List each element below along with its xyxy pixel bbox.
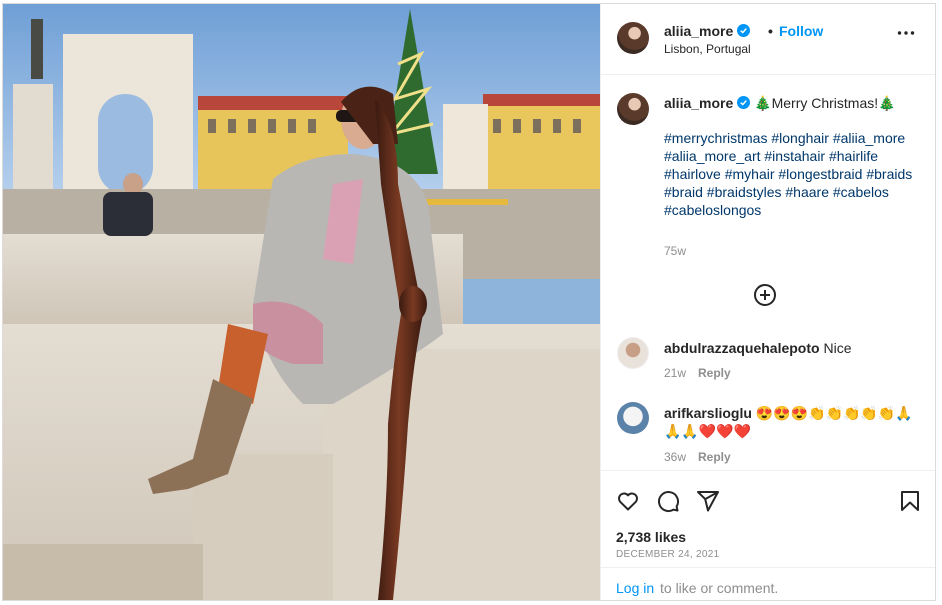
comment-meta: 21w Reply bbox=[664, 366, 731, 380]
comment-username[interactable]: abdulrazzaquehalepoto bbox=[664, 340, 820, 356]
location-link[interactable]: Lisbon, Portugal bbox=[664, 42, 751, 56]
comment-time: 21w bbox=[664, 366, 687, 380]
comment-text: Nice bbox=[823, 340, 852, 356]
login-prompt: Log in to like or comment. bbox=[601, 567, 935, 601]
verified-badge-icon bbox=[737, 96, 751, 109]
post-date: DECEMBER 24, 2021 bbox=[616, 549, 720, 560]
plus-circle-icon[interactable] bbox=[753, 283, 777, 307]
comment-username[interactable]: arifkarslioglu bbox=[664, 405, 752, 421]
login-prompt-text: to like or comment. bbox=[660, 580, 779, 596]
instagram-post: aliia_more • Follow Lisbon, Portugal ali… bbox=[2, 3, 936, 601]
post-header: aliia_more • Follow Lisbon, Portugal bbox=[601, 4, 935, 75]
more-options-icon[interactable] bbox=[897, 30, 915, 36]
caption-text: 🎄Merry Christmas!🎄 bbox=[754, 95, 896, 111]
bookmark-icon[interactable] bbox=[898, 489, 922, 513]
comment: arifkarslioglu 😍😍😍👏👏👏👏👏🙏🙏🙏❤️❤️❤️ bbox=[664, 404, 924, 440]
verified-badge-icon bbox=[737, 24, 751, 37]
like-count[interactable]: 2,738 likes bbox=[616, 529, 686, 545]
action-bar: 2,738 likes DECEMBER 24, 2021 Log in to … bbox=[601, 470, 935, 600]
comment-meta: 36w Reply bbox=[664, 450, 731, 464]
caption-time: 75w bbox=[664, 244, 687, 258]
photo-illustration bbox=[3, 4, 600, 600]
caption: aliia_more 🎄Merry Christmas!🎄 bbox=[664, 94, 924, 112]
comment-time: 36w bbox=[664, 450, 687, 464]
comment-icon[interactable] bbox=[656, 489, 680, 513]
separator-dot: • bbox=[768, 23, 773, 39]
post-sidebar: aliia_more • Follow Lisbon, Portugal ali… bbox=[600, 4, 935, 600]
follow-button[interactable]: Follow bbox=[779, 23, 823, 39]
commenter-avatar[interactable] bbox=[617, 402, 649, 434]
caption-hashtags[interactable]: #merrychristmas #longhair #aliia_more #a… bbox=[664, 129, 924, 219]
commenter-avatar[interactable] bbox=[617, 337, 649, 369]
reply-button[interactable]: Reply bbox=[698, 366, 731, 380]
username-link[interactable]: aliia_more bbox=[664, 23, 751, 39]
post-photo[interactable] bbox=[3, 4, 600, 600]
login-link[interactable]: Log in bbox=[616, 580, 654, 596]
comment: abdulrazzaquehalepoto Nice bbox=[664, 339, 924, 357]
avatar[interactable] bbox=[617, 22, 649, 54]
caption-avatar[interactable] bbox=[617, 93, 649, 125]
heart-icon[interactable] bbox=[616, 489, 640, 513]
reply-button[interactable]: Reply bbox=[698, 450, 731, 464]
caption-username[interactable]: aliia_more bbox=[664, 95, 733, 111]
paper-plane-icon[interactable] bbox=[696, 489, 720, 513]
